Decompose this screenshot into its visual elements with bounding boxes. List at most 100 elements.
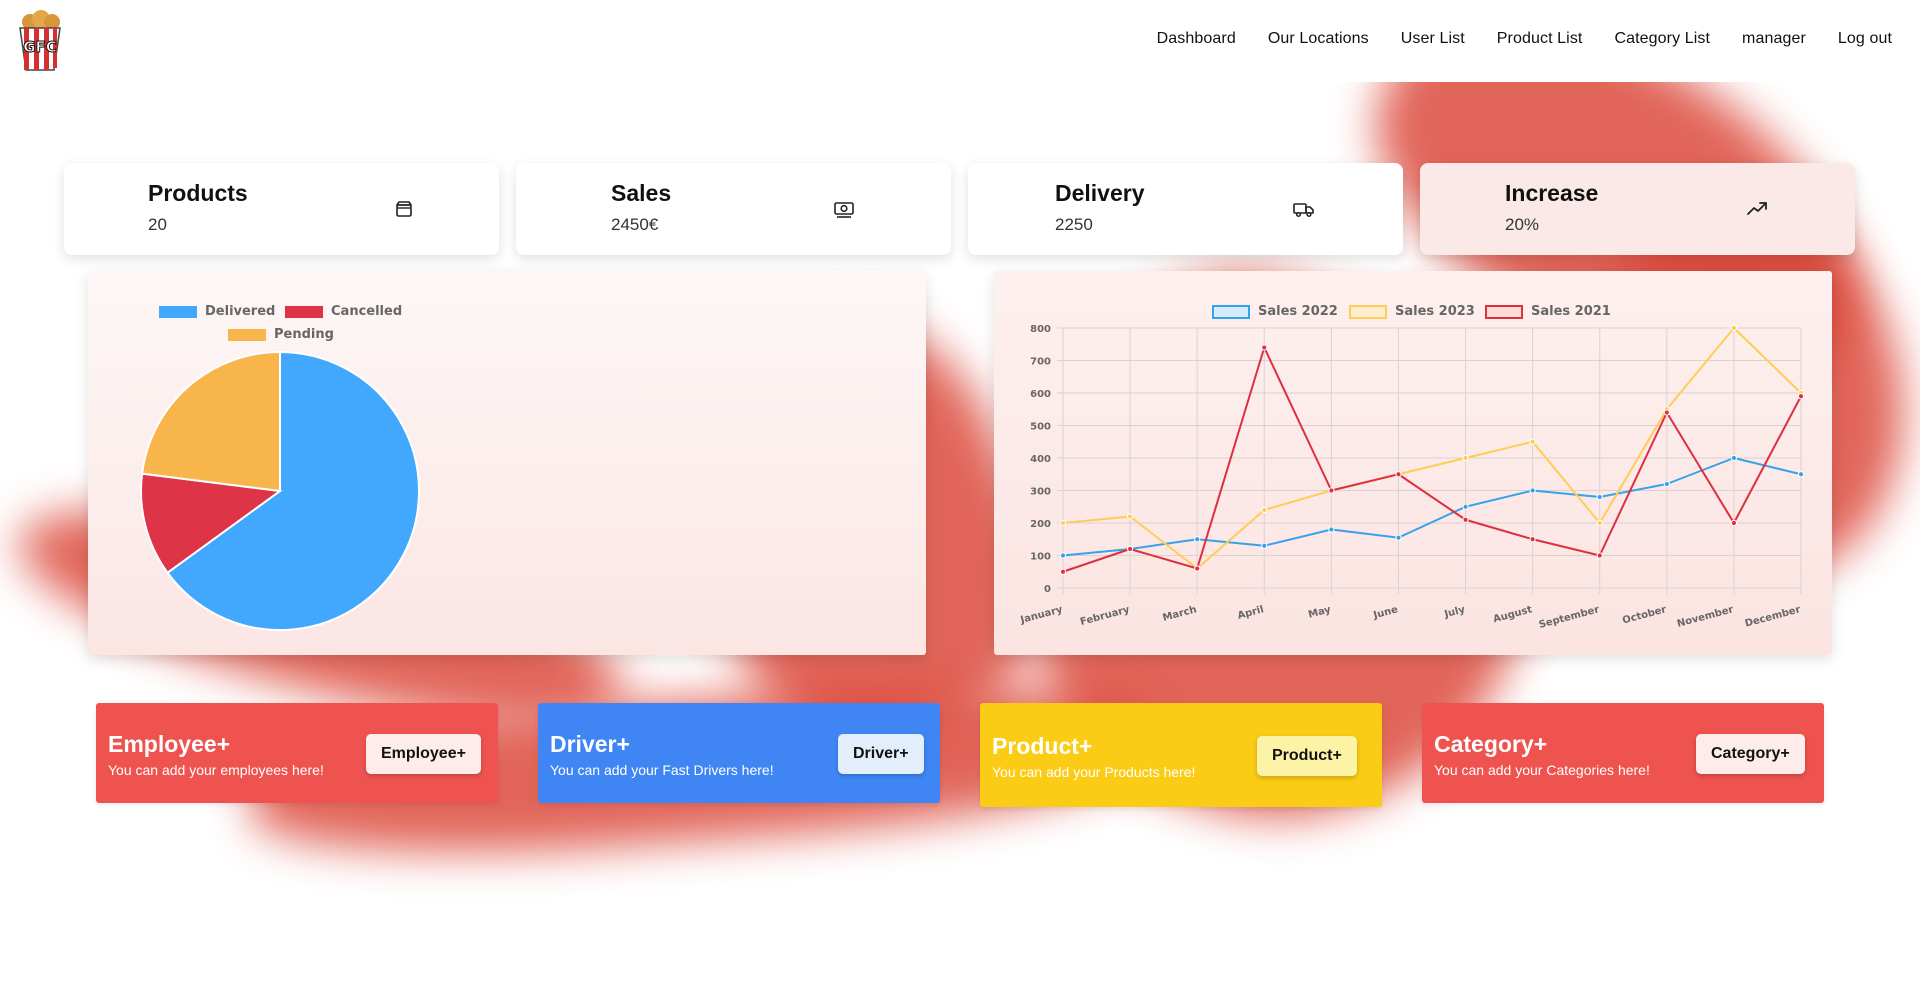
add-employee-button[interactable]: Employee+ bbox=[366, 734, 481, 774]
data-point[interactable] bbox=[1059, 552, 1067, 559]
nav-product-list[interactable]: Product List bbox=[1497, 30, 1583, 48]
data-point[interactable] bbox=[1328, 526, 1335, 533]
money-icon bbox=[834, 202, 854, 218]
pie-chart-panel: Delivered Cancelled Pending bbox=[88, 271, 926, 655]
card-subtitle: You can add your Categories here! bbox=[1434, 762, 1650, 778]
y-tick-label: 100 bbox=[1030, 552, 1051, 563]
y-tick-label: 600 bbox=[1030, 389, 1051, 400]
x-tick-label: April bbox=[1236, 604, 1265, 622]
stat-card-sales: Sales 2450€ bbox=[516, 163, 951, 255]
driver-card: Driver+ You can add your Fast Drivers he… bbox=[538, 703, 940, 803]
data-point[interactable] bbox=[1194, 536, 1201, 543]
data-point[interactable] bbox=[1529, 487, 1536, 494]
data-point[interactable] bbox=[1462, 503, 1469, 510]
data-point[interactable] bbox=[1126, 513, 1134, 520]
main-nav: Dashboard Our Locations User List Produc… bbox=[1157, 30, 1892, 48]
nav-user-menu[interactable]: manager bbox=[1742, 30, 1806, 48]
series-line-sales-2022 bbox=[1062, 457, 1802, 557]
series-line-sales-2023 bbox=[1062, 327, 1802, 570]
add-product-button[interactable]: Product+ bbox=[1257, 736, 1357, 776]
data-point[interactable] bbox=[1059, 568, 1067, 575]
data-point[interactable] bbox=[1059, 519, 1067, 527]
add-category-button[interactable]: Category+ bbox=[1696, 734, 1805, 774]
nav-dashboard[interactable]: Dashboard bbox=[1157, 30, 1236, 48]
card-subtitle: You can add your Fast Drivers here! bbox=[550, 762, 774, 778]
data-point[interactable] bbox=[1462, 454, 1469, 462]
add-driver-button[interactable]: Driver+ bbox=[838, 734, 924, 774]
data-point[interactable] bbox=[1194, 565, 1201, 572]
stat-value: 2250 bbox=[1055, 215, 1093, 234]
nav-our-locations[interactable]: Our Locations bbox=[1268, 30, 1369, 48]
x-tick-label: June bbox=[1372, 604, 1400, 621]
data-point[interactable] bbox=[1663, 409, 1670, 416]
line-chart-panel: Sales 2022 Sales 2023 Sales 2021 0 100 200… bbox=[994, 271, 1832, 655]
data-point[interactable] bbox=[1797, 471, 1805, 478]
stat-value: 20 bbox=[148, 215, 167, 234]
product-card: Product+ You can add your Products here!… bbox=[980, 703, 1382, 807]
logo-text: GFC bbox=[23, 38, 57, 56]
x-tick-label: October bbox=[1621, 604, 1667, 626]
card-subtitle: You can add your Products here! bbox=[992, 764, 1196, 780]
x-tick-label: March bbox=[1162, 604, 1198, 624]
data-point[interactable] bbox=[1462, 516, 1469, 523]
card-title: Employee+ bbox=[108, 731, 231, 757]
stat-card-increase: Increase 20% bbox=[1420, 163, 1855, 255]
top-navbar: GFC Dashboard Our Locations User List Pr… bbox=[0, 0, 1920, 82]
x-tick-label: May bbox=[1307, 604, 1332, 621]
data-point[interactable] bbox=[1126, 545, 1134, 553]
data-point[interactable] bbox=[1395, 471, 1402, 478]
data-point[interactable] bbox=[1663, 480, 1670, 488]
data-point[interactable] bbox=[1261, 344, 1268, 351]
data-point[interactable] bbox=[1261, 506, 1268, 514]
line-chart: 0 100 200 300 400 500 600 700 800 January February… bbox=[1019, 324, 1805, 631]
data-point[interactable] bbox=[1328, 487, 1335, 494]
stat-value: 20% bbox=[1505, 215, 1540, 234]
nav-log-out[interactable]: Log out bbox=[1838, 30, 1892, 48]
nav-user-list[interactable]: User List bbox=[1401, 30, 1465, 48]
y-tick-label: 300 bbox=[1030, 487, 1051, 498]
box-icon bbox=[396, 201, 412, 217]
employee-card: Employee+ You can add your employees her… bbox=[96, 703, 498, 803]
data-point[interactable] bbox=[1529, 438, 1536, 445]
x-tick-label: August bbox=[1492, 604, 1534, 625]
y-tick-label: 400 bbox=[1030, 454, 1051, 465]
data-point[interactable] bbox=[1730, 324, 1738, 332]
y-tick-label: 700 bbox=[1030, 357, 1051, 368]
category-card: Category+ You can add your Categories he… bbox=[1422, 703, 1824, 803]
trending-up-icon bbox=[1747, 202, 1767, 215]
y-tick-label: 0 bbox=[1044, 584, 1051, 595]
y-tick-label: 500 bbox=[1030, 422, 1051, 433]
stat-title: Products bbox=[148, 180, 248, 206]
stat-card-delivery: Delivery 2250 bbox=[968, 163, 1403, 255]
data-point[interactable] bbox=[1596, 519, 1603, 527]
x-tick-label: January bbox=[1019, 604, 1065, 626]
data-point[interactable] bbox=[1596, 493, 1603, 501]
data-point[interactable] bbox=[1797, 393, 1805, 400]
pie-slice-pending[interactable] bbox=[140, 350, 281, 493]
stat-title: Increase bbox=[1505, 180, 1599, 206]
x-tick-label: December bbox=[1744, 604, 1802, 629]
data-point[interactable] bbox=[1395, 534, 1402, 541]
y-tick-label: 800 bbox=[1030, 324, 1051, 335]
data-point[interactable] bbox=[1596, 552, 1603, 559]
data-point[interactable] bbox=[1529, 536, 1536, 543]
pie-chart bbox=[140, 350, 420, 631]
stat-title: Delivery bbox=[1055, 180, 1145, 206]
logo[interactable]: GFC bbox=[14, 10, 66, 72]
x-tick-label: July bbox=[1442, 604, 1466, 620]
x-tick-label: February bbox=[1079, 604, 1131, 628]
stat-title: Sales bbox=[611, 180, 672, 206]
x-tick-label: November bbox=[1676, 604, 1735, 630]
card-title: Category+ bbox=[1434, 731, 1548, 757]
card-title: Product+ bbox=[992, 733, 1093, 759]
x-tick-label: September bbox=[1538, 604, 1601, 631]
stat-card-products: Products 20 bbox=[64, 163, 499, 255]
card-title: Driver+ bbox=[550, 731, 630, 757]
card-subtitle: You can add your employees here! bbox=[108, 762, 324, 778]
stat-value: 2450€ bbox=[611, 215, 659, 234]
data-point[interactable] bbox=[1730, 519, 1738, 527]
data-point[interactable] bbox=[1261, 542, 1268, 549]
data-point[interactable] bbox=[1730, 454, 1738, 462]
y-tick-label: 200 bbox=[1030, 519, 1051, 530]
nav-category-list[interactable]: Category List bbox=[1614, 30, 1710, 48]
